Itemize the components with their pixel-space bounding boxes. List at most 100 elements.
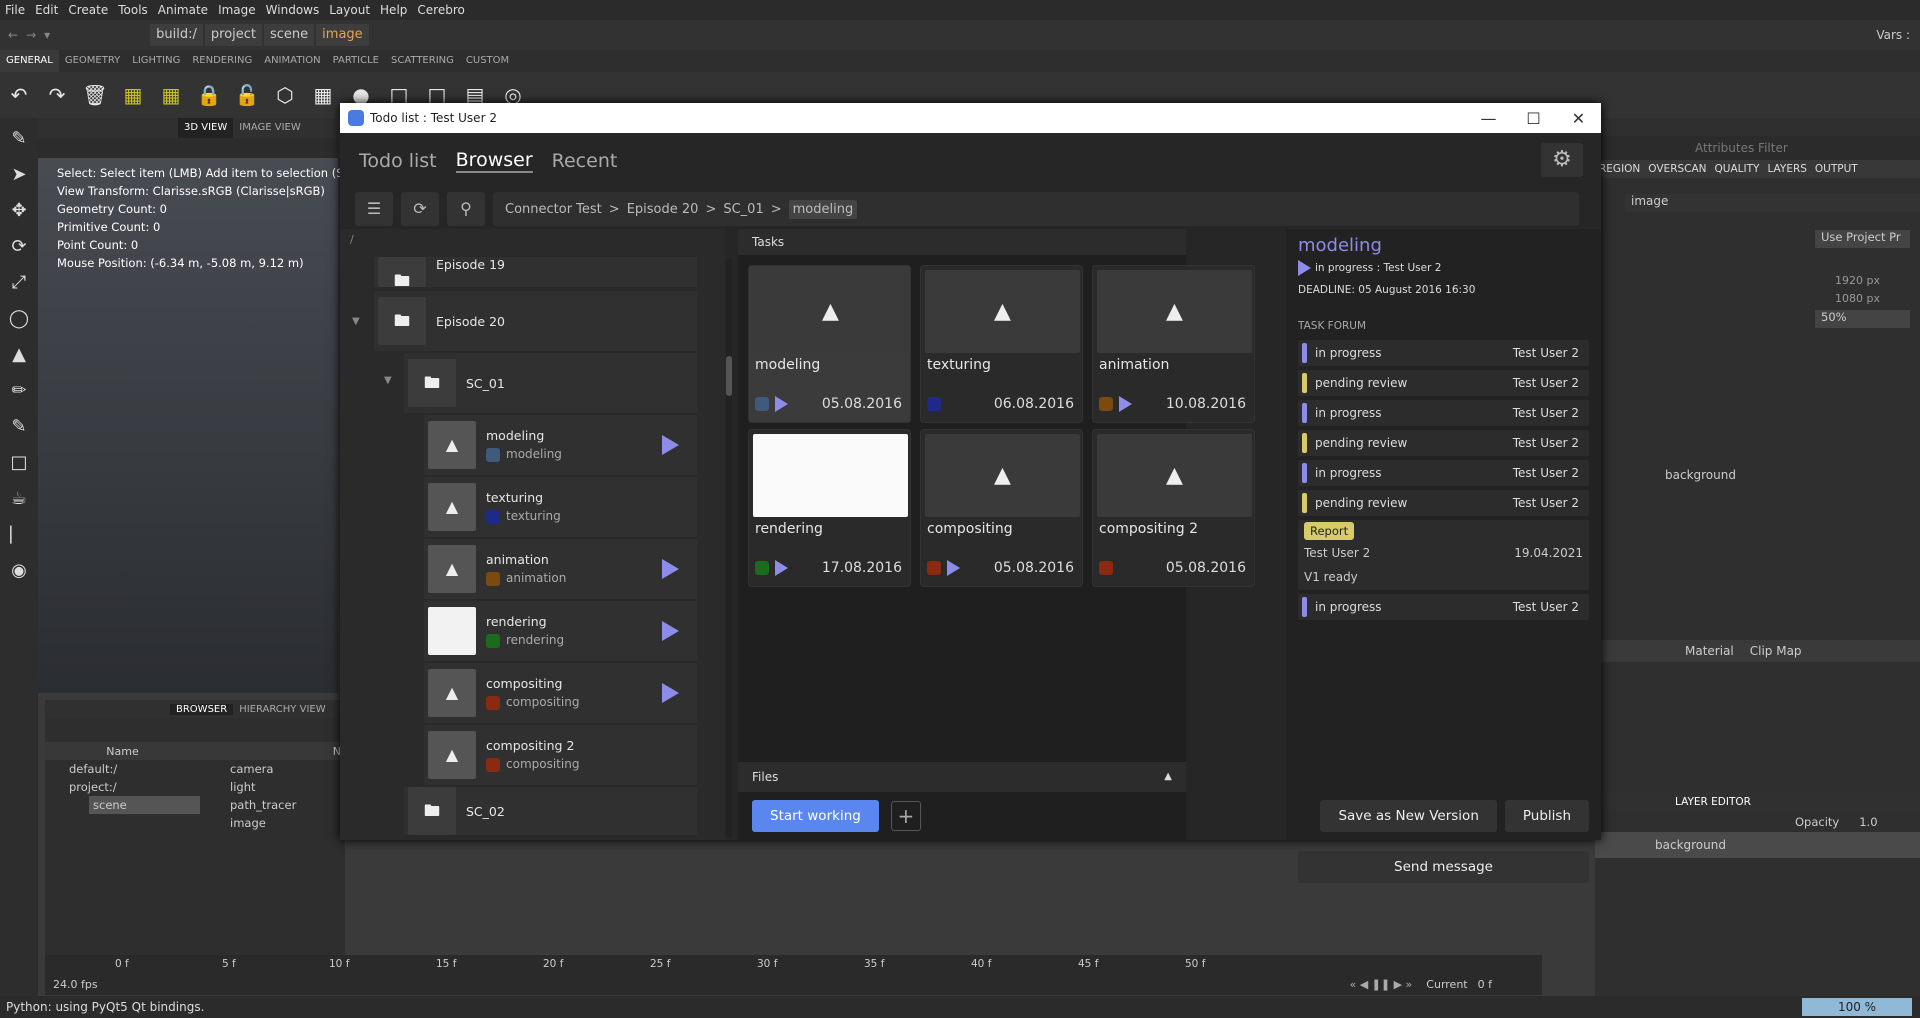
play-icon[interactable]	[775, 560, 788, 576]
tree-scrollbar[interactable]	[726, 258, 732, 838]
play-icon[interactable]	[662, 559, 679, 579]
orbit-icon[interactable]: ◯	[4, 304, 34, 334]
menu-tools[interactable]: Tools	[113, 0, 153, 20]
shelf-tab-lighting[interactable]: LIGHTING	[126, 50, 186, 72]
crumb-modeling[interactable]: modeling	[788, 199, 858, 219]
menu-layout[interactable]: Layout	[324, 0, 375, 20]
opacity-value[interactable]: 1.0	[1859, 815, 1877, 829]
menu-cerebro[interactable]: Cerebro	[412, 0, 469, 20]
delete-icon[interactable]: 🗑	[82, 82, 108, 108]
timeline[interactable]: 0 f 5 f 10 f 15 f 20 f 25 f 30 f 35 f 40 f 45 f 50…	[45, 955, 1542, 995]
undo-icon[interactable]: ↶	[6, 82, 32, 108]
crumb-episode[interactable]: Episode 20	[627, 202, 699, 217]
select-icon[interactable]: ➤	[4, 160, 34, 190]
layer-editor-title[interactable]: LAYER EDITOR	[1675, 796, 1751, 808]
crumb-sc01[interactable]: SC_01	[723, 202, 763, 217]
res-width[interactable]: 1920 px	[1835, 272, 1910, 290]
maximize-icon[interactable]: ☐	[1511, 109, 1556, 128]
res-height[interactable]: 1080 px	[1835, 290, 1910, 308]
menu-create[interactable]: Create	[63, 0, 113, 20]
tab-recent[interactable]: Recent	[552, 150, 618, 172]
start-working-button[interactable]: Start working	[752, 800, 879, 832]
tree-project[interactable]: project:/	[69, 778, 200, 796]
stamp-icon[interactable]: ▲	[4, 340, 34, 370]
tab-image-view[interactable]: IMAGE VIEW	[233, 118, 306, 138]
tree-scene[interactable]: scene	[89, 796, 200, 814]
attr-tab-region[interactable]: REGION	[1595, 163, 1644, 175]
col-name[interactable]: Name	[45, 745, 200, 758]
task-card[interactable]: ▲ modeling 05.08.2016	[748, 265, 911, 423]
tree-task-row[interactable]: ▲ compositing compositing	[424, 663, 697, 723]
tab-hierarchy[interactable]: HIERARCHY VIEW	[233, 704, 331, 715]
scale-icon[interactable]: ⤢	[4, 268, 34, 298]
task-card[interactable]: ▲ texturing 06.08.2016	[920, 265, 1083, 423]
tree-task-row[interactable]: ▲ texturing texturing	[424, 477, 697, 537]
item-camera[interactable]: camera	[230, 760, 296, 778]
collapse-up-icon[interactable]: ▲	[1164, 762, 1172, 792]
rotate-icon[interactable]: ⟳	[4, 232, 34, 262]
crumb-connector[interactable]: Connector Test	[505, 202, 602, 217]
attributes-filter[interactable]: Attributes Filter	[1695, 141, 1788, 155]
play-icon[interactable]	[662, 683, 679, 703]
forum-message[interactable]: in progress Test User 2	[1298, 340, 1589, 366]
filter-sliders-icon[interactable]: ☰	[355, 192, 393, 226]
layer-editor-background[interactable]: background	[1655, 838, 1726, 852]
send-message-button[interactable]: Send message	[1298, 851, 1589, 883]
tree-task-row[interactable]: ▲ compositing 2 compositing	[424, 725, 697, 785]
play-icon[interactable]	[947, 560, 960, 576]
forum-message[interactable]: pending review Test User 2	[1298, 490, 1589, 516]
tree-task-row[interactable]: ▲ modeling modeling	[424, 415, 697, 475]
settings-gear-icon[interactable]: ⚙	[1541, 143, 1583, 177]
shelf-tab-general[interactable]: GENERAL	[0, 50, 59, 72]
brush-icon[interactable]: ✏	[4, 376, 34, 406]
shelf-tab-rendering[interactable]: RENDERING	[186, 50, 258, 72]
task-card[interactable]: rendering 17.08.2016	[748, 429, 911, 587]
shelf-tab-custom[interactable]: CUSTOM	[460, 50, 515, 72]
collapse-icon[interactable]: ▼	[384, 375, 392, 386]
tree-task-row[interactable]: ▲ animation animation	[424, 539, 697, 599]
path-image[interactable]: image	[316, 24, 369, 46]
forward-icon[interactable]: →	[26, 28, 36, 42]
zoom-icon[interactable]: □	[4, 448, 34, 478]
path-project[interactable]: project	[204, 24, 263, 46]
attr-subtab-clipmap[interactable]: Clip Map	[1742, 644, 1810, 658]
tree-episode-20[interactable]: ▼ 🖿 Episode 20	[352, 291, 697, 351]
dropdown-icon[interactable]: ▾	[44, 28, 50, 42]
menu-edit[interactable]: Edit	[30, 0, 63, 20]
tree-sc02[interactable]: ▶ 🖿 SC_02	[404, 787, 697, 835]
path-scene[interactable]: scene	[264, 24, 315, 46]
playback-controls-icon[interactable]: « ◀ ❚❚ ▶ »	[1349, 978, 1412, 991]
files-header[interactable]: Files ▲	[738, 762, 1186, 792]
shelf-tab-geometry[interactable]: GEOMETRY	[59, 50, 126, 72]
task-card[interactable]: ▲ compositing 05.08.2016	[920, 429, 1083, 587]
tab-browser-dialog[interactable]: Browser	[455, 149, 533, 173]
vars-menu[interactable]: Vars :	[1876, 28, 1910, 42]
ungroup-icon[interactable]: ▦	[158, 82, 184, 108]
detail-task-name[interactable]: modeling	[1298, 235, 1601, 256]
tab-3d-view[interactable]: 3D VIEW	[178, 118, 234, 138]
collapse-icon[interactable]: ▼	[352, 316, 360, 327]
path-build[interactable]: build:/	[150, 24, 203, 46]
shelf-tab-particle[interactable]: PARTICLE	[327, 50, 385, 72]
publish-button[interactable]: Publish	[1504, 800, 1589, 832]
move-icon[interactable]: ✥	[4, 196, 34, 226]
attr-tab-quality[interactable]: QUALITY	[1711, 163, 1764, 175]
save-new-version-button[interactable]: Save as New Version	[1320, 800, 1497, 832]
multiplier-select[interactable]: 50%	[1815, 310, 1910, 328]
forum-message[interactable]: in progress Test User 2	[1298, 460, 1589, 486]
unlock-icon[interactable]: 🔓	[234, 82, 260, 108]
group-icon[interactable]: ▦	[120, 82, 146, 108]
forum-message[interactable]: pending review Test User 2	[1298, 370, 1589, 396]
menu-file[interactable]: File	[0, 0, 30, 20]
ruler-icon[interactable]: ⎸	[4, 520, 34, 550]
hierarchy-icon[interactable]: ▦	[310, 82, 336, 108]
paint-icon[interactable]: ✎	[4, 412, 34, 442]
play-icon[interactable]	[1119, 396, 1132, 412]
attr-tab-output[interactable]: OUTPUT	[1811, 163, 1862, 175]
play-icon[interactable]	[662, 621, 679, 641]
menu-image[interactable]: Image	[213, 0, 261, 20]
search-icon[interactable]: ⚲	[447, 192, 485, 226]
menu-help[interactable]: Help	[375, 0, 412, 20]
menu-animate[interactable]: Animate	[153, 0, 213, 20]
play-icon[interactable]	[662, 435, 679, 455]
